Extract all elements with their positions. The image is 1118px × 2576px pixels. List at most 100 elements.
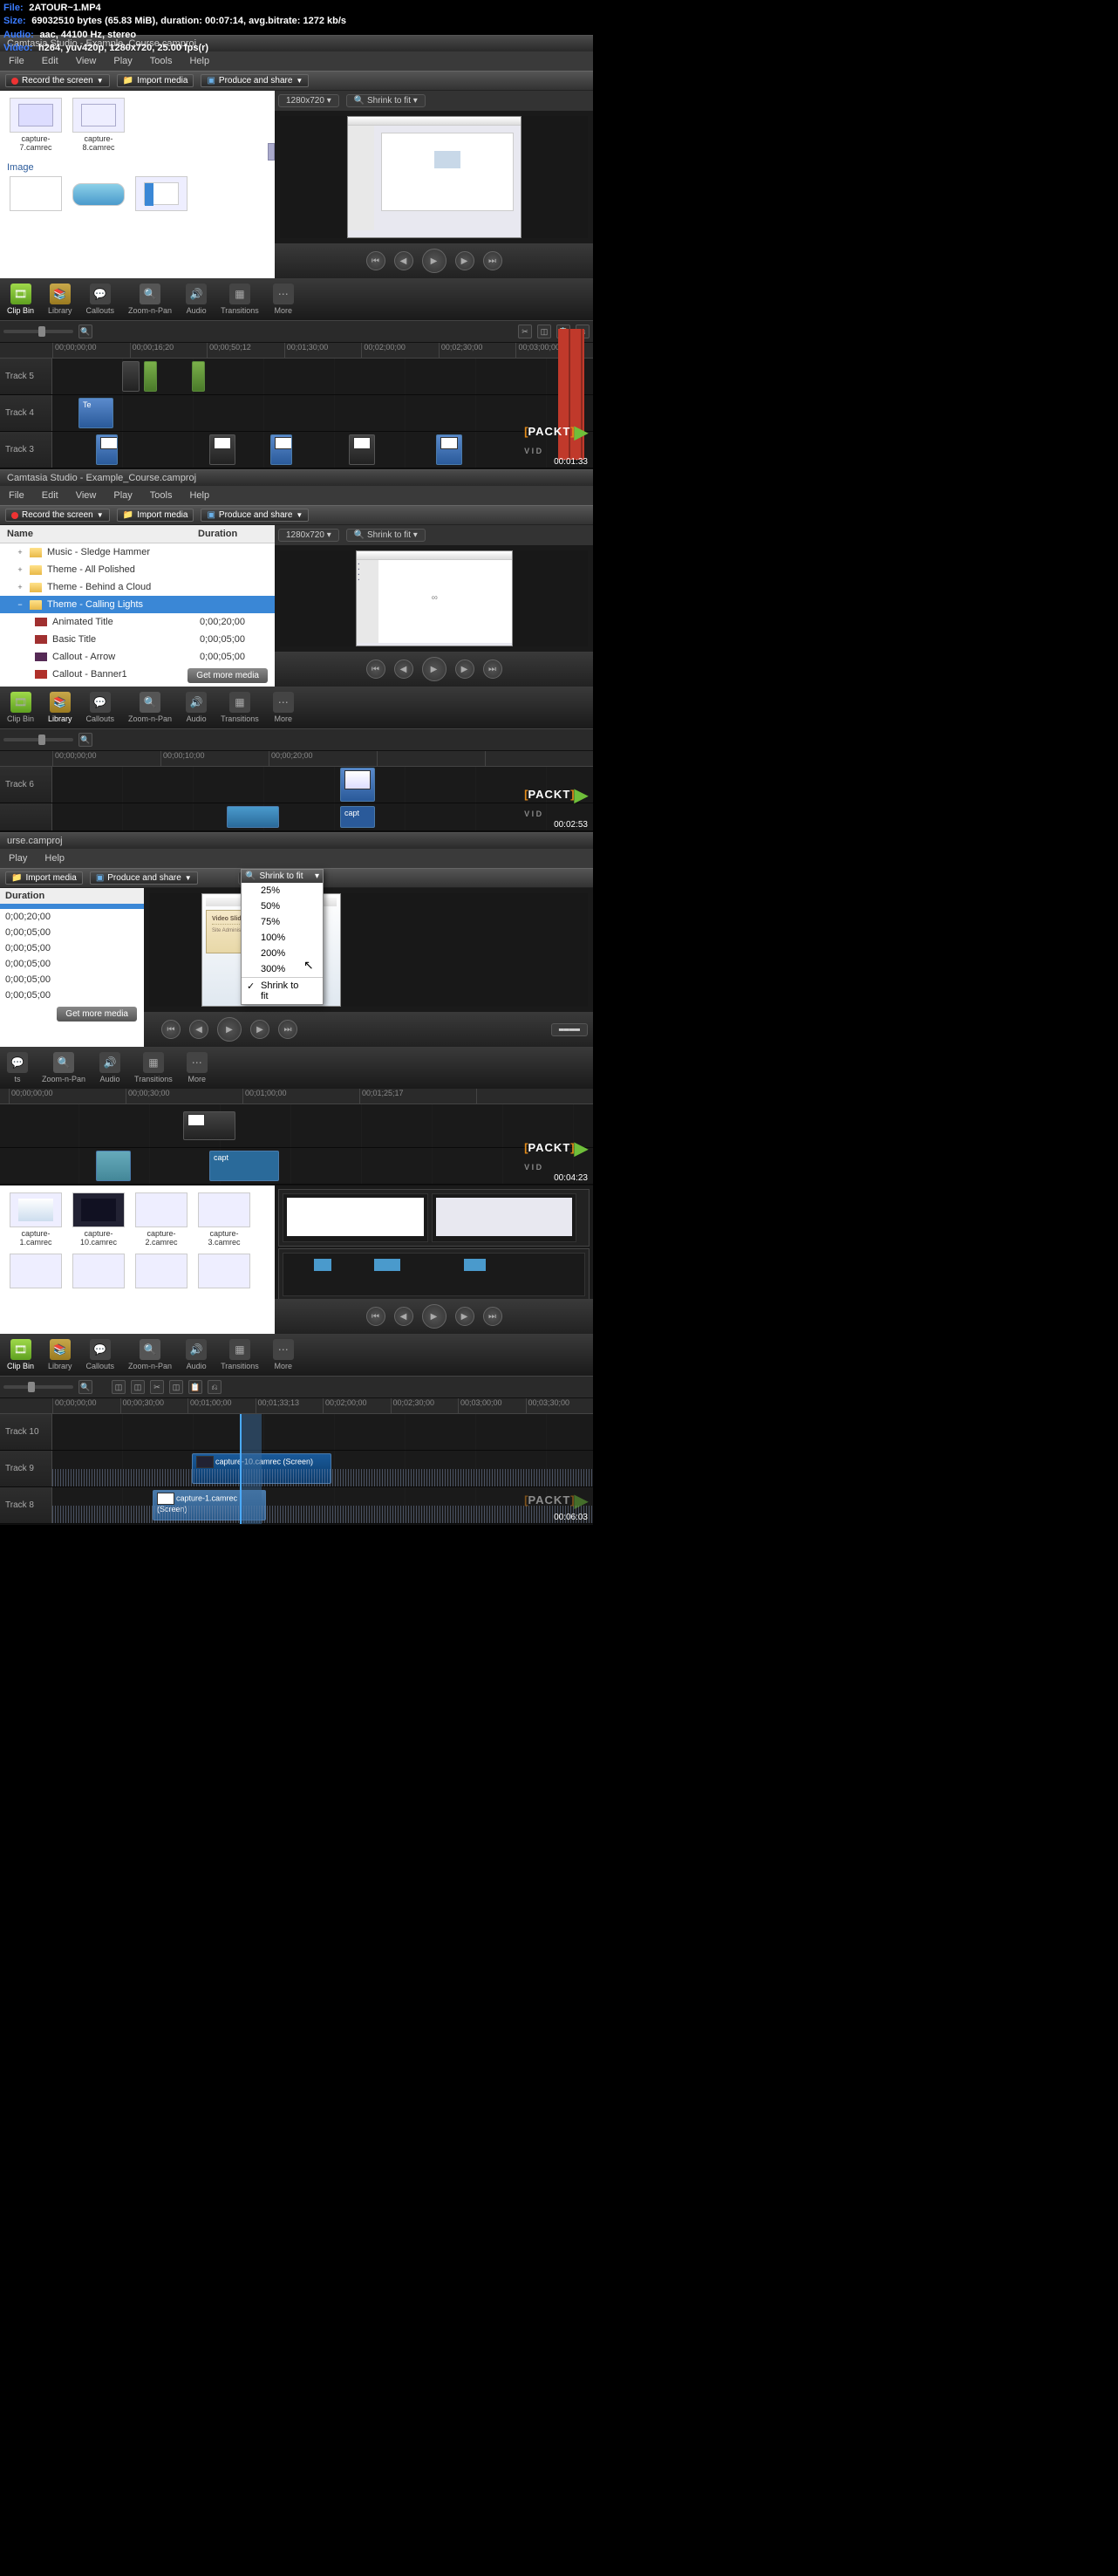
menu-help[interactable]: Help xyxy=(181,488,218,503)
library-item-theme-polished[interactable]: +Theme - All Polished xyxy=(0,561,275,578)
duration-row[interactable]: 0;00;05;00 xyxy=(0,972,144,987)
clip-thumb-capture-8[interactable]: capture-8.camrec xyxy=(70,98,127,152)
produce-share-button[interactable]: ▣Produce and share ▼ xyxy=(201,509,309,522)
play-button[interactable]: ▶ xyxy=(422,1304,447,1329)
tab-audio[interactable]: 🔊Audio xyxy=(179,690,214,725)
tab-callouts[interactable]: 💬Callouts xyxy=(79,282,122,317)
menu-file[interactable]: File xyxy=(0,53,33,69)
clip-thumb-capture-1[interactable]: capture-1.camrec xyxy=(7,1192,65,1247)
track-label-4[interactable]: Track 4 xyxy=(0,395,52,431)
step-forward-button[interactable]: ▶ xyxy=(455,1307,474,1326)
timeline-zoom-slider[interactable] xyxy=(3,1385,73,1389)
produce-share-button[interactable]: ▣Produce and share ▼ xyxy=(90,871,198,885)
menu-play[interactable]: Play xyxy=(105,488,140,503)
menu-tools[interactable]: Tools xyxy=(141,53,181,69)
clip[interactable] xyxy=(436,434,462,465)
zoom-fit-button[interactable]: 🔍 xyxy=(78,1380,92,1394)
tab-callouts[interactable]: 💬Callouts xyxy=(79,690,122,725)
menu-play[interactable]: Play xyxy=(105,53,140,69)
play-button[interactable]: ▶ xyxy=(217,1017,242,1042)
prev-button[interactable]: ⏮ xyxy=(366,251,385,270)
panel-scrollbar[interactable] xyxy=(268,143,275,161)
clip-capt[interactable] xyxy=(340,768,375,802)
record-screen-button[interactable]: Record the screen ▼ xyxy=(5,509,110,522)
timeline-zoom-slider[interactable] xyxy=(3,738,73,741)
library-item-music[interactable]: +Music - Sledge Hammer xyxy=(0,543,275,561)
track-label-10[interactable]: Track 10 xyxy=(0,1414,52,1450)
clip-thumb-capture-3[interactable]: capture-3.camrec xyxy=(195,1192,253,1247)
zoom-dropdown[interactable]: 🔍 Shrink to fit ▾ xyxy=(346,94,426,107)
menu-edit[interactable]: Edit xyxy=(33,488,67,503)
track-label-9[interactable]: Track 9 xyxy=(0,1451,52,1486)
dimension-dropdown[interactable]: 1280x720 ▾ xyxy=(278,529,339,542)
track-5-content[interactable] xyxy=(52,359,593,394)
next-button[interactable]: ⏭ xyxy=(483,1307,502,1326)
step-back-button[interactable]: ◀ xyxy=(394,659,413,679)
clip[interactable] xyxy=(183,1111,235,1140)
step-forward-button[interactable]: ▶ xyxy=(455,251,474,270)
step-forward-button[interactable]: ▶ xyxy=(250,1020,269,1039)
playhead[interactable] xyxy=(240,1414,242,1524)
timeline-ruler[interactable]: 00;00;00;0000;00;16;2000;00;50;1200;01;3… xyxy=(0,343,593,359)
track-content[interactable] xyxy=(9,1104,593,1147)
tool-button[interactable]: ◫ xyxy=(112,1380,126,1394)
clip-thumb-blank[interactable] xyxy=(70,1254,127,1290)
duration-column-header[interactable]: Duration xyxy=(0,888,144,904)
library-header[interactable]: NameDuration xyxy=(0,525,275,543)
tab-more[interactable]: ⋯More xyxy=(266,282,301,317)
tab-transitions[interactable]: ▦Transitions xyxy=(214,282,266,317)
preview-canvas[interactable]: ▪▪▪▪∞ xyxy=(280,550,588,646)
image-thumb-1[interactable] xyxy=(7,176,65,213)
tab-transitions[interactable]: ▦Transitions xyxy=(127,1050,180,1085)
clip-thumb-blank[interactable] xyxy=(133,1254,190,1290)
track-content[interactable]: capt xyxy=(9,1148,593,1184)
prev-button[interactable]: ⏮ xyxy=(366,1307,385,1326)
track-label-5[interactable]: Track 5 xyxy=(0,359,52,394)
copy-button[interactable]: ◫ xyxy=(169,1380,183,1394)
tab-library[interactable]: 📚Library xyxy=(41,690,79,725)
tab-clip-bin[interactable]: 🎞Clip Bin xyxy=(0,1337,41,1372)
menu-help[interactable]: Help xyxy=(181,53,218,69)
tool-button[interactable]: ◫ xyxy=(131,1380,145,1394)
clip-capt[interactable]: capt xyxy=(209,1151,279,1181)
menubar[interactable]: File Edit View Play Tools Help xyxy=(0,486,593,505)
next-button[interactable]: ⏭ xyxy=(278,1020,297,1039)
track-4-content[interactable]: Te xyxy=(52,395,593,431)
tab-transitions[interactable]: ▦Transitions xyxy=(214,1337,266,1372)
track-5b-content[interactable]: capt xyxy=(52,803,593,830)
clip[interactable]: Te xyxy=(78,398,113,428)
track-label-3[interactable]: Track 3 xyxy=(0,432,52,468)
library-item-callout-arrow[interactable]: Callout - Arrow0;00;05;00 xyxy=(0,648,275,666)
tab-more[interactable]: ⋯More xyxy=(266,1337,301,1372)
duration-row[interactable]: 0;00;05;00 xyxy=(0,987,144,1003)
duration-row[interactable]: 0;00;20;00 xyxy=(0,909,144,925)
tab-callouts-partial[interactable]: 💬ts xyxy=(0,1050,35,1085)
tab-library[interactable]: 📚Library xyxy=(41,282,79,317)
next-button[interactable]: ⏭ xyxy=(483,659,502,679)
clip-thumb-blank[interactable] xyxy=(7,1254,65,1290)
split-button[interactable]: ⎌ xyxy=(208,1380,222,1394)
clip[interactable] xyxy=(96,434,118,465)
tab-zoom-pan[interactable]: 🔍Zoom-n-Pan xyxy=(35,1050,92,1085)
menu-tools[interactable]: Tools xyxy=(141,488,181,503)
track-6-content[interactable] xyxy=(52,767,593,803)
tab-transitions[interactable]: ▦Transitions xyxy=(214,690,266,725)
tab-clip-bin[interactable]: 🎞Clip Bin xyxy=(0,690,41,725)
tab-audio[interactable]: 🔊Audio xyxy=(179,282,214,317)
copy-button[interactable]: ◫ xyxy=(537,325,551,338)
timeline-ruler[interactable]: 00;00;00;0000;00;30;0000;01;00;0000;01;3… xyxy=(0,1398,593,1414)
track-label-6[interactable]: Track 6 xyxy=(0,767,52,803)
timeline-ruler[interactable]: 00;00;00;0000;00;30;0000;01;00;0000;01;2… xyxy=(0,1089,593,1104)
produce-share-button[interactable]: ▣Produce and share ▼ xyxy=(201,74,309,87)
image-thumb-button[interactable] xyxy=(70,176,127,213)
track-label-5b[interactable] xyxy=(0,803,52,830)
zoom-dropdown[interactable]: 🔍 Shrink to fit ▾ xyxy=(346,529,426,542)
cut-button[interactable]: ✂ xyxy=(518,325,532,338)
step-back-button[interactable]: ◀ xyxy=(394,251,413,270)
tab-more[interactable]: ⋯More xyxy=(180,1050,215,1085)
preview-canvas[interactable] xyxy=(275,1186,593,1299)
track-3-content[interactable] xyxy=(52,432,593,468)
clip[interactable] xyxy=(144,361,157,392)
menu-view[interactable]: View xyxy=(67,53,106,69)
zoom-option-shrink-to-fit[interactable]: Shrink to fit xyxy=(242,977,323,1004)
